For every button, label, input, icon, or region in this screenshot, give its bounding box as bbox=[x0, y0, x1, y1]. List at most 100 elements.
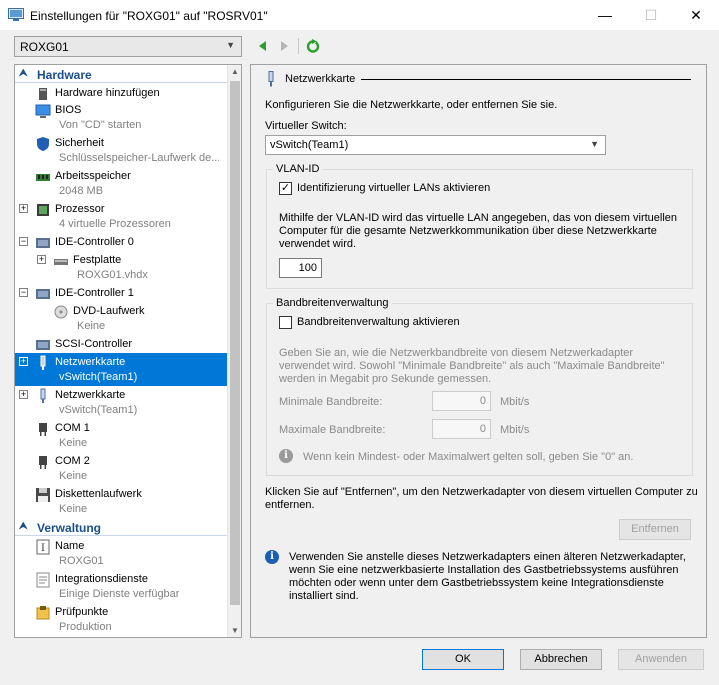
tree-item-add-hardware[interactable]: Hardware hinzufügen bbox=[15, 84, 227, 101]
collapse-minus-icon[interactable]: − bbox=[19, 288, 28, 297]
expand-plus-icon[interactable]: + bbox=[19, 204, 28, 213]
max-bandwidth-unit: Mbit/s bbox=[500, 424, 530, 436]
bios-icon bbox=[35, 104, 51, 118]
add-hardware-icon bbox=[39, 88, 47, 100]
info-icon: i bbox=[279, 449, 293, 463]
vm-selector-value: ROXG01 bbox=[20, 40, 69, 54]
network-adapter-icon bbox=[40, 388, 46, 403]
vlan-group: VLAN-ID ✓ Identifizierung virtueller LAN… bbox=[266, 163, 693, 289]
min-bandwidth-input[interactable]: 0 bbox=[432, 391, 491, 411]
info-icon: i bbox=[265, 550, 279, 564]
collapse-chevron-icon: ⮝ bbox=[19, 521, 28, 532]
window-title: Einstellungen für "ROXG01" auf "ROSRV01" bbox=[30, 9, 268, 23]
expand-plus-icon[interactable]: + bbox=[37, 255, 46, 264]
apply-button[interactable]: Anwenden bbox=[618, 649, 704, 670]
vlan-enable-checkbox[interactable]: ✓ bbox=[279, 182, 292, 195]
bandwidth-group: Bandbreitenverwaltung Bandbreitenverwalt… bbox=[266, 297, 693, 476]
tree-item-floppy-drive[interactable]: Diskettenlaufwerk Keine bbox=[15, 485, 227, 518]
hardware-section-header[interactable]: ⮝ Hardware bbox=[15, 67, 227, 83]
close-button[interactable]: ✕ bbox=[673, 0, 719, 30]
tree-item-bios[interactable]: BIOS Von "CD" starten bbox=[15, 101, 227, 134]
vlan-group-title: VLAN-ID bbox=[273, 163, 323, 175]
tree-item-network-adapter-1[interactable]: + Netzwerkkarte vSwitch(Team1) bbox=[15, 353, 227, 386]
back-arrow-icon[interactable] bbox=[255, 38, 271, 54]
checkpoints-icon bbox=[36, 606, 50, 620]
tree-item-com1[interactable]: COM 1 Keine bbox=[15, 419, 227, 452]
scrollbar-thumb[interactable] bbox=[230, 81, 240, 605]
ok-button[interactable]: OK bbox=[422, 649, 504, 670]
floppy-drive-icon bbox=[36, 488, 50, 502]
legacy-info-line-4: installiert sind. bbox=[289, 590, 359, 602]
virtual-switch-value: vSwitch(Team1) bbox=[270, 139, 349, 151]
vlan-description-line-2: Computer für die gesamte Netzwerkkommuni… bbox=[279, 225, 657, 237]
max-bandwidth-input[interactable]: 0 bbox=[432, 419, 491, 439]
com-port-icon bbox=[39, 456, 47, 469]
min-bandwidth-unit: Mbit/s bbox=[500, 396, 530, 408]
toolbar-separator bbox=[298, 38, 299, 54]
chevron-down-icon: ▼ bbox=[590, 139, 599, 149]
tree-item-ide-controller-1[interactable]: − IDE-Controller 1 bbox=[15, 284, 227, 301]
legacy-info-line-3: möchten oder wenn unter dem Gastbetriebs… bbox=[289, 577, 664, 589]
tree-item-network-adapter-2[interactable]: + Netzwerkkarte vSwitch(Team1) bbox=[15, 386, 227, 419]
virtual-switch-dropdown[interactable]: vSwitch(Team1) ▼ bbox=[265, 135, 606, 155]
tree-item-name[interactable]: I Name ROXG01 bbox=[15, 537, 227, 570]
panel-intro-text: Konfigurieren Sie die Netzwerkkarte, ode… bbox=[265, 99, 558, 111]
tree-item-scsi-controller[interactable]: SCSI-Controller bbox=[15, 335, 227, 352]
vlan-description-line-3: verwendet wird. bbox=[279, 238, 357, 250]
bandwidth-group-title: Bandbreitenverwaltung bbox=[273, 297, 392, 309]
tree-item-integration-services[interactable]: Integrationsdienste Einige Dienste verfü… bbox=[15, 570, 227, 603]
ide-controller-icon bbox=[36, 238, 50, 248]
min-bandwidth-label: Minimale Bandbreite: bbox=[279, 396, 383, 408]
forward-arrow-icon[interactable] bbox=[276, 38, 292, 54]
svg-text:I: I bbox=[41, 543, 45, 554]
management-section-header[interactable]: ⮝ Verwaltung bbox=[15, 520, 227, 536]
tree-item-dvd-drive[interactable]: DVD-Laufwerk Keine bbox=[15, 302, 227, 335]
tree-item-memory[interactable]: Arbeitsspeicher 2048 MB bbox=[15, 167, 227, 200]
tree-item-hard-disk[interactable]: + Festplatte ROXG01.vhdx bbox=[15, 251, 227, 284]
bandwidth-hint: Wenn kein Mindest- oder Maximalwert gelt… bbox=[303, 451, 634, 463]
vlan-id-input[interactable]: 100 bbox=[279, 258, 322, 278]
virtual-switch-label: Virtueller Switch: bbox=[265, 120, 347, 132]
remove-text-line-2: entfernen. bbox=[265, 499, 315, 511]
max-bandwidth-label: Maximale Bandbreite: bbox=[279, 424, 386, 436]
bandwidth-enable-checkbox[interactable] bbox=[279, 316, 292, 329]
tree-item-com2[interactable]: COM 2 Keine bbox=[15, 452, 227, 485]
scroll-down-icon[interactable]: ▼ bbox=[231, 626, 239, 635]
legacy-info-line-1: Verwenden Sie anstelle dieses Netzwerkad… bbox=[289, 551, 686, 563]
refresh-icon[interactable] bbox=[305, 38, 321, 54]
chevron-down-icon: ▼ bbox=[226, 40, 235, 50]
vlan-description-line-1: Mithilfe der VLAN-ID wird das virtuelle … bbox=[279, 212, 678, 224]
processor-icon bbox=[37, 204, 49, 216]
expand-plus-icon[interactable]: + bbox=[19, 390, 28, 399]
security-shield-icon bbox=[37, 137, 49, 151]
memory-icon bbox=[36, 174, 50, 181]
bandwidth-description-line-2: verwendet wird. Sowohl "Minimale Bandbre… bbox=[279, 360, 665, 372]
ide-controller-icon bbox=[36, 289, 50, 299]
tree-item-ide-controller-0[interactable]: − IDE-Controller 0 bbox=[15, 233, 227, 250]
name-icon: I bbox=[36, 539, 50, 555]
tree-item-processor[interactable]: + Prozessor 4 virtuelle Prozessoren bbox=[15, 200, 227, 233]
legacy-info-line-2: wenn Sie eine netzwerkbasierte Installat… bbox=[289, 564, 679, 576]
tree-item-checkpoints[interactable]: Prüfpunkte Produktion bbox=[15, 603, 227, 636]
collapse-chevron-icon: ⮝ bbox=[19, 68, 28, 79]
network-adapter-icon bbox=[268, 71, 274, 87]
settings-tree: ⮝ Hardware Hardware hinzufügen BIOS Von … bbox=[14, 64, 242, 638]
cancel-button[interactable]: Abbrechen bbox=[520, 649, 602, 670]
hyperv-settings-icon bbox=[8, 8, 24, 21]
scroll-up-icon[interactable]: ▲ bbox=[231, 67, 239, 76]
panel-title: Netzwerkkarte bbox=[285, 73, 356, 85]
title-bar: Einstellungen für "ROXG01" auf "ROSRV01"… bbox=[0, 0, 719, 30]
bandwidth-enable-label: Bandbreitenverwaltung aktivieren bbox=[297, 316, 460, 328]
remove-button[interactable]: Entfernen bbox=[619, 519, 691, 540]
vm-selector[interactable]: ROXG01 ▼ bbox=[14, 36, 242, 57]
collapse-minus-icon[interactable]: − bbox=[19, 237, 28, 246]
maximize-button[interactable]: ☐ bbox=[628, 0, 674, 30]
minimize-button[interactable]: — bbox=[582, 0, 628, 30]
vlan-enable-label: Identifizierung virtueller LANs aktivier… bbox=[297, 182, 491, 194]
bandwidth-description-line-1: Geben Sie an, wie die Netzwerkbandbreite… bbox=[279, 347, 634, 359]
expand-plus-icon[interactable]: + bbox=[19, 357, 28, 366]
dvd-drive-icon bbox=[54, 305, 68, 319]
tree-item-security[interactable]: Sicherheit Schlüsselspeicher-Laufwerk de… bbox=[15, 134, 227, 167]
tree-scrollbar[interactable]: ▲ ▼ bbox=[227, 65, 241, 637]
scsi-controller-icon bbox=[36, 340, 50, 350]
